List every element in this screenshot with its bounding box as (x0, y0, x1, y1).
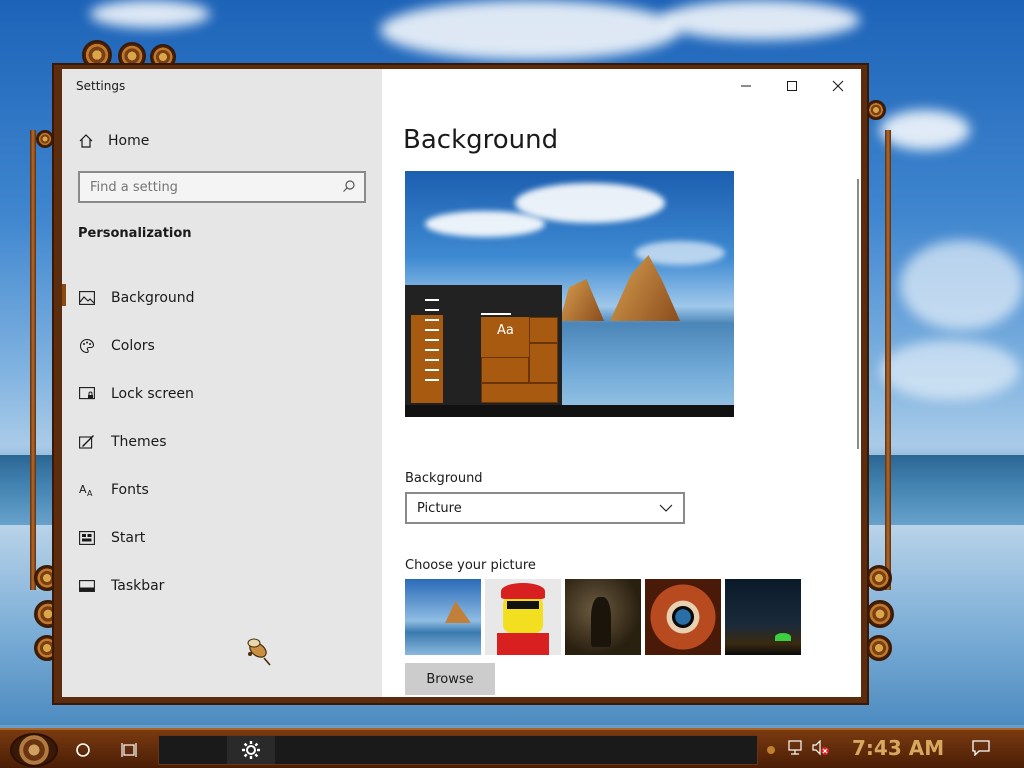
sidebar: Settings Home Personalization (62, 69, 382, 697)
page-title: Background (403, 125, 559, 155)
volume-muted-icon (812, 739, 829, 756)
taskbar-preview (405, 405, 734, 417)
svg-text:A: A (79, 483, 87, 496)
maximize-icon (787, 81, 797, 91)
sidebar-item-label: Colors (111, 338, 155, 354)
background-preview: Aa (405, 171, 734, 417)
start-button[interactable] (10, 733, 58, 767)
volume-button[interactable] (812, 739, 830, 760)
search-input[interactable] (90, 179, 342, 195)
sidebar-item-themes[interactable]: Themes (62, 418, 382, 466)
sidebar-item-lock-screen[interactable]: Lock screen (62, 370, 382, 418)
action-center-button[interactable] (972, 740, 990, 760)
picture-thumbnail[interactable] (405, 579, 481, 655)
gear-icon (866, 100, 886, 120)
network-icon (788, 740, 802, 755)
minimize-button[interactable] (723, 69, 769, 103)
sidebar-item-taskbar[interactable]: Taskbar (62, 562, 382, 610)
chevron-down-icon (659, 501, 673, 516)
sidebar-item-background[interactable]: Background (62, 274, 382, 322)
lock-screen-icon (79, 386, 95, 402)
app-title: Settings (76, 79, 126, 93)
picture-thumbnail[interactable] (485, 579, 561, 655)
picture-icon (79, 290, 95, 306)
sidebar-item-start[interactable]: Start (62, 514, 382, 562)
scrollbar[interactable] (857, 179, 859, 449)
sidebar-item-label: Themes (111, 434, 167, 450)
browse-button[interactable]: Browse (405, 663, 495, 695)
mouse-cursor-icon (240, 634, 274, 672)
themes-icon (79, 434, 95, 450)
tiles-preview: Aa (481, 317, 558, 403)
gear-icon (866, 565, 892, 591)
sidebar-item-label: Fonts (111, 482, 149, 498)
sidebar-item-label: Lock screen (111, 386, 194, 402)
palette-icon (79, 338, 95, 354)
show-hidden-icons-button[interactable] (766, 740, 776, 759)
background-type-label: Background (405, 471, 483, 486)
cortana-icon (76, 743, 90, 757)
network-button[interactable] (788, 740, 806, 760)
background-type-dropdown[interactable]: Picture (405, 492, 685, 524)
background-type-value: Picture (417, 500, 462, 516)
maximize-button[interactable] (769, 69, 815, 103)
task-view-icon (121, 743, 137, 757)
gear-icon (866, 635, 892, 661)
sidebar-item-fonts[interactable]: AA Fonts (62, 466, 382, 514)
choose-picture-label: Choose your picture (405, 558, 536, 573)
close-button[interactable] (815, 69, 861, 103)
section-title: Personalization (78, 226, 192, 241)
gear-small-icon (767, 746, 775, 754)
gear-icon (866, 600, 894, 628)
taskbar-icon (79, 578, 95, 594)
home-icon (78, 133, 94, 149)
home-label: Home (108, 133, 150, 149)
content-pane: Background Aa Background Picture Choose … (382, 69, 861, 697)
cortana-button[interactable] (68, 736, 98, 764)
settings-window: Settings Home Personalization (52, 63, 869, 705)
taskbar-apps-area (158, 735, 758, 765)
start-icon (79, 530, 95, 546)
notification-icon (972, 740, 990, 757)
fonts-icon: AA (79, 482, 95, 498)
minimize-icon (741, 85, 751, 87)
sidebar-item-label: Taskbar (111, 578, 165, 594)
task-view-button[interactable] (115, 736, 145, 764)
preview-sample-text: Aa (497, 323, 514, 338)
sidebar-nav: Background Colors Lock screen Themes A A… (62, 274, 382, 610)
svg-text:A: A (87, 489, 93, 498)
picture-thumbnail[interactable] (725, 579, 801, 655)
picture-thumbnails (405, 579, 801, 655)
picture-thumbnail[interactable] (645, 579, 721, 655)
window-controls (723, 69, 861, 103)
settings-gear-icon (242, 741, 260, 759)
picture-thumbnail[interactable] (565, 579, 641, 655)
taskbar: 7:43 AM (0, 728, 1024, 768)
sidebar-item-label: Start (111, 530, 146, 546)
sidebar-item-colors[interactable]: Colors (62, 322, 382, 370)
sidebar-item-label: Background (111, 290, 195, 306)
taskbar-clock[interactable]: 7:43 AM (852, 736, 944, 760)
settings-taskbar-button[interactable] (227, 736, 275, 764)
search-icon[interactable] (342, 178, 356, 197)
home-link[interactable]: Home (78, 129, 149, 153)
close-icon (832, 80, 844, 92)
search-box[interactable] (78, 171, 366, 203)
